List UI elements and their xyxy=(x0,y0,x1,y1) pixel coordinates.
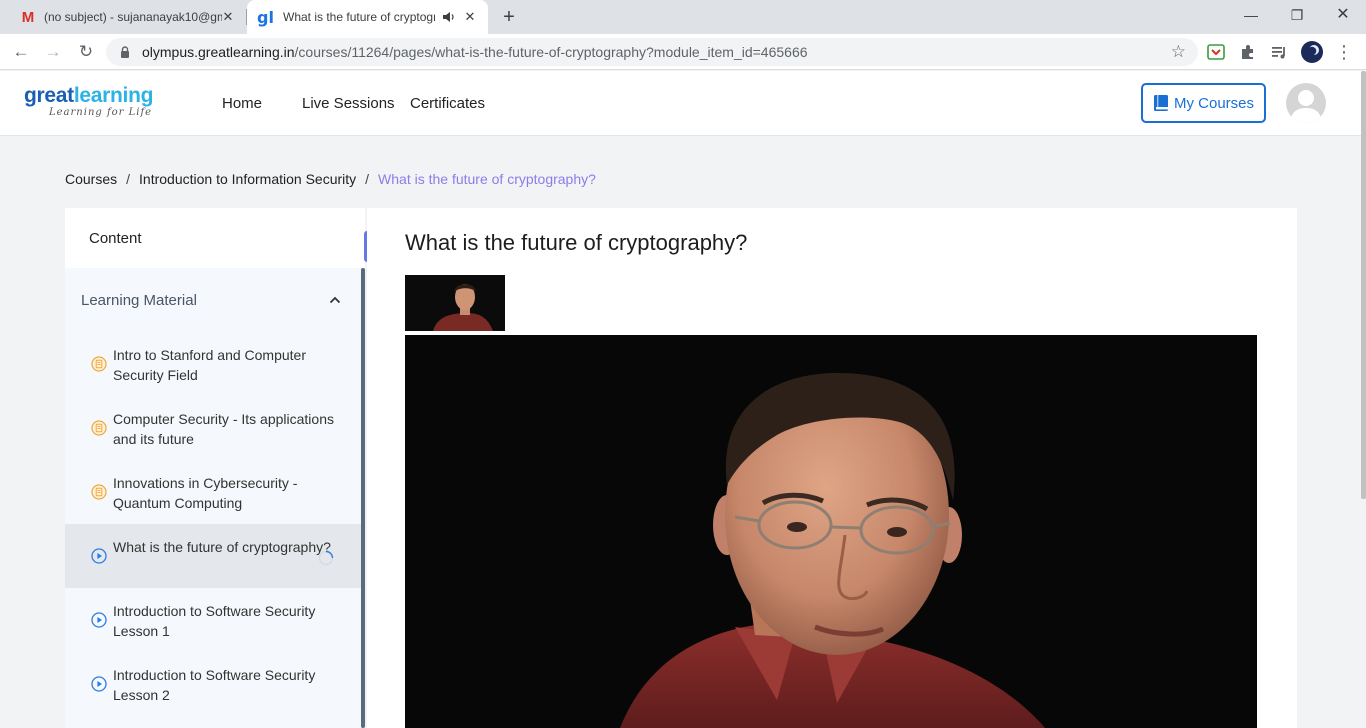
breadcrumb: Courses / Introduction to Information Secu… xyxy=(65,171,596,187)
breadcrumb-separator: / xyxy=(126,171,131,187)
gmail-icon: M xyxy=(21,8,35,26)
tab-title: What is the future of cryptography xyxy=(283,10,435,24)
sidebar-item-label: Introduction to Software Security Lesson… xyxy=(113,603,316,639)
lock-icon xyxy=(121,46,129,58)
section-title: Learning Material xyxy=(81,292,197,309)
sidebar-item-quantum-computing[interactable]: Innovations in Cybersecurity - Quantum C… xyxy=(65,460,361,524)
url-path: /courses/11264/pages/what-is-the-future-… xyxy=(294,44,808,60)
sidebar-item-label: Computer Security - Its applications and… xyxy=(113,411,334,447)
close-tab-icon[interactable]: ✕ xyxy=(220,9,236,25)
sidebar-item-label: What is the future of cryptography? xyxy=(113,539,331,555)
sidebar-item-label: Introduction to Software Security Lesson… xyxy=(113,667,316,703)
content-sidebar: Content Learning Material Intro to Stanf… xyxy=(65,208,365,728)
sidebar-item-computer-security[interactable]: Computer Security - Its applications and… xyxy=(65,396,361,460)
document-icon xyxy=(91,356,107,372)
nav-home[interactable]: Home xyxy=(222,95,262,112)
logo-tagline: Learning for Life xyxy=(49,107,153,118)
url-host: olympus.greatlearning.in xyxy=(142,44,295,60)
play-circle-icon xyxy=(91,548,107,564)
new-tab-button[interactable]: + xyxy=(497,5,521,29)
user-avatar[interactable] xyxy=(1286,83,1326,123)
sidebar-item-label: Intro to Stanford and Computer Security … xyxy=(113,347,306,383)
restore-button[interactable]: ❐ xyxy=(1274,0,1320,30)
forward-button[interactable]: → xyxy=(41,40,65,64)
greatlearning-logo[interactable]: greatlearning Learning for Life xyxy=(24,85,153,119)
chevron-up-icon xyxy=(329,296,341,304)
lecturer-video-frame xyxy=(405,335,1257,728)
extensions-puzzle-icon[interactable] xyxy=(1238,42,1258,62)
lesson-panel: What is the future of cryptography? xyxy=(367,208,1297,728)
video-thumbnail[interactable] xyxy=(405,275,505,331)
video-player[interactable] xyxy=(405,335,1257,728)
close-window-button[interactable]: ✕ xyxy=(1320,0,1366,30)
minimize-button[interactable]: — xyxy=(1228,0,1274,30)
sidebar-item-intro-stanford[interactable]: Intro to Stanford and Computer Security … xyxy=(65,332,361,396)
breadcrumb-current: What is the future of cryptography? xyxy=(378,171,596,187)
breadcrumb-separator: / xyxy=(365,171,370,187)
reload-button[interactable]: ↻ xyxy=(74,40,98,64)
play-circle-icon xyxy=(91,676,107,692)
logo-wordmark: greatlearning xyxy=(24,84,154,107)
browser-tabstrip: M (no subject) - sujananayak10@gmail.com… xyxy=(0,0,1366,34)
sidebar-heading: Content xyxy=(65,208,365,268)
sidebar-item-software-security-2[interactable]: Introduction to Software Security Lesson… xyxy=(65,652,361,716)
breadcrumb-course[interactable]: Introduction to Information Security xyxy=(139,171,356,187)
nav-live-sessions[interactable]: Live Sessions xyxy=(302,95,395,112)
pocket-extension-icon[interactable] xyxy=(1206,42,1226,62)
sidebar-item-future-of-cryptography[interactable]: What is the future of cryptography? xyxy=(65,524,361,588)
media-control-icon[interactable] xyxy=(1270,42,1290,62)
browser-toolbar: ← → ↻ olympus.greatlearning.in/courses/1… xyxy=(0,34,1366,70)
sidebar-item-label: Innovations in Cybersecurity - Quantum C… xyxy=(113,475,298,511)
breadcrumb-courses[interactable]: Courses xyxy=(65,171,117,187)
document-icon xyxy=(91,420,107,436)
address-bar[interactable]: olympus.greatlearning.in/courses/11264/p… xyxy=(106,38,1198,66)
my-courses-label: My Courses xyxy=(1173,94,1255,112)
speaker-thumbnail-image xyxy=(405,275,505,331)
back-button[interactable]: ← xyxy=(9,40,33,64)
speaker-icon[interactable] xyxy=(442,9,456,25)
page-scrollbar[interactable] xyxy=(1361,71,1366,499)
learning-material-section-toggle[interactable]: Learning Material xyxy=(65,268,361,332)
bookmark-star-icon[interactable]: ☆ xyxy=(1171,42,1186,62)
document-icon xyxy=(91,484,107,500)
tab-title: (no subject) - sujananayak10@gmail.com xyxy=(44,10,222,24)
browser-tab-gmail[interactable]: M (no subject) - sujananayak10@gmail.com… xyxy=(8,0,246,34)
profile-avatar-icon[interactable] xyxy=(1301,41,1323,63)
sidebar-item-software-security-1[interactable]: Introduction to Software Security Lesson… xyxy=(65,588,361,652)
close-tab-icon[interactable]: ✕ xyxy=(462,9,478,25)
user-silhouette-icon xyxy=(1290,90,1322,123)
sidebar-scrollbar[interactable] xyxy=(361,268,365,728)
greatlearning-icon: gl xyxy=(257,7,274,27)
book-icon xyxy=(1153,95,1168,111)
page-title: What is the future of cryptography? xyxy=(405,230,748,255)
play-circle-icon xyxy=(91,612,107,628)
browser-menu-icon[interactable]: ⋮ xyxy=(1332,40,1356,64)
url-text: olympus.greatlearning.in/courses/11264/p… xyxy=(142,44,808,60)
site-header: greatlearning Learning for Life Home Liv… xyxy=(0,71,1366,136)
loading-spinner-icon xyxy=(318,550,334,566)
browser-tab-active[interactable]: gl What is the future of cryptography ✕ xyxy=(247,0,488,34)
my-courses-button[interactable]: My Courses xyxy=(1141,83,1266,123)
nav-certificates[interactable]: Certificates xyxy=(410,95,485,112)
